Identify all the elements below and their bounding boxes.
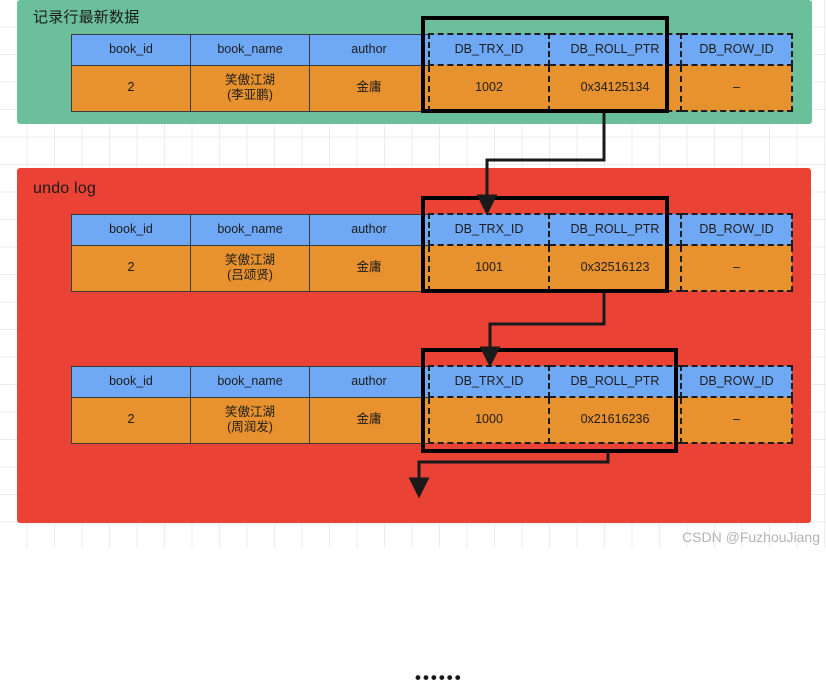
column-header-author: author [309,213,430,246]
table-row: 2 笑傲江湖 (吕颂贤) 金庸 1001 0x32516123 – [71,244,793,292]
column-header-db-trx-id: DB_TRX_ID [428,365,550,398]
cell-author: 金庸 [309,396,430,444]
column-header-book-name: book_name [190,365,310,398]
column-header-db-row-id: DB_ROW_ID [680,33,793,66]
cell-author: 金庸 [309,244,430,292]
column-header-db-roll-ptr: DB_ROLL_PTR [548,33,682,66]
cell-db-row-id: – [680,64,793,112]
column-header-book-id: book_id [71,33,191,66]
cell-db-trx-id: 1000 [428,396,550,444]
cell-db-roll-ptr: 0x34125134 [548,64,682,112]
cell-db-trx-id: 1002 [428,64,550,112]
table-undo-log-1: book_id book_name author DB_TRX_ID DB_RO… [71,213,793,292]
panel-undo-title: undo log [33,180,96,197]
cell-db-row-id: – [680,396,793,444]
cell-book-id: 2 [71,396,191,444]
cell-db-trx-id: 1001 [428,244,550,292]
table-row: book_id book_name author DB_TRX_ID DB_RO… [71,33,793,66]
cell-db-row-id: – [680,244,793,292]
column-header-db-roll-ptr: DB_ROLL_PTR [548,213,682,246]
cell-author: 金庸 [309,64,430,112]
column-header-author: author [309,365,430,398]
table-undo-log-2: book_id book_name author DB_TRX_ID DB_RO… [71,365,793,444]
cell-db-roll-ptr: 0x21616236 [548,396,682,444]
cell-book-name: 笑傲江湖 (周润发) [190,396,310,444]
column-header-book-name: book_name [190,213,310,246]
table-row: 2 笑傲江湖 (李亚鹏) 金庸 1002 0x34125134 – [71,64,793,112]
column-header-author: author [309,33,430,66]
cell-book-name: 笑傲江湖 (李亚鹏) [190,64,310,112]
column-header-db-roll-ptr: DB_ROLL_PTR [548,365,682,398]
column-header-db-trx-id: DB_TRX_ID [428,33,550,66]
column-header-db-row-id: DB_ROW_ID [680,213,793,246]
table-row: 2 笑傲江湖 (周润发) 金庸 1000 0x21616236 – [71,396,793,444]
cell-book-name: 笑傲江湖 (吕颂贤) [190,244,310,292]
panel-latest-title: 记录行最新数据 [33,9,140,26]
csdn-watermark: CSDN @FuzhouJiang [682,529,820,545]
cell-book-id: 2 [71,64,191,112]
column-header-book-id: book_id [71,213,191,246]
column-header-book-name: book_name [190,33,310,66]
table-row: book_id book_name author DB_TRX_ID DB_RO… [71,365,793,398]
table-latest-record: book_id book_name author DB_TRX_ID DB_RO… [71,33,793,112]
table-row: book_id book_name author DB_TRX_ID DB_RO… [71,213,793,246]
cell-db-roll-ptr: 0x32516123 [548,244,682,292]
cell-book-id: 2 [71,244,191,292]
column-header-db-row-id: DB_ROW_ID [680,365,793,398]
column-header-db-trx-id: DB_TRX_ID [428,213,550,246]
ellipsis-dots: •••••• [415,668,463,687]
column-header-book-id: book_id [71,365,191,398]
